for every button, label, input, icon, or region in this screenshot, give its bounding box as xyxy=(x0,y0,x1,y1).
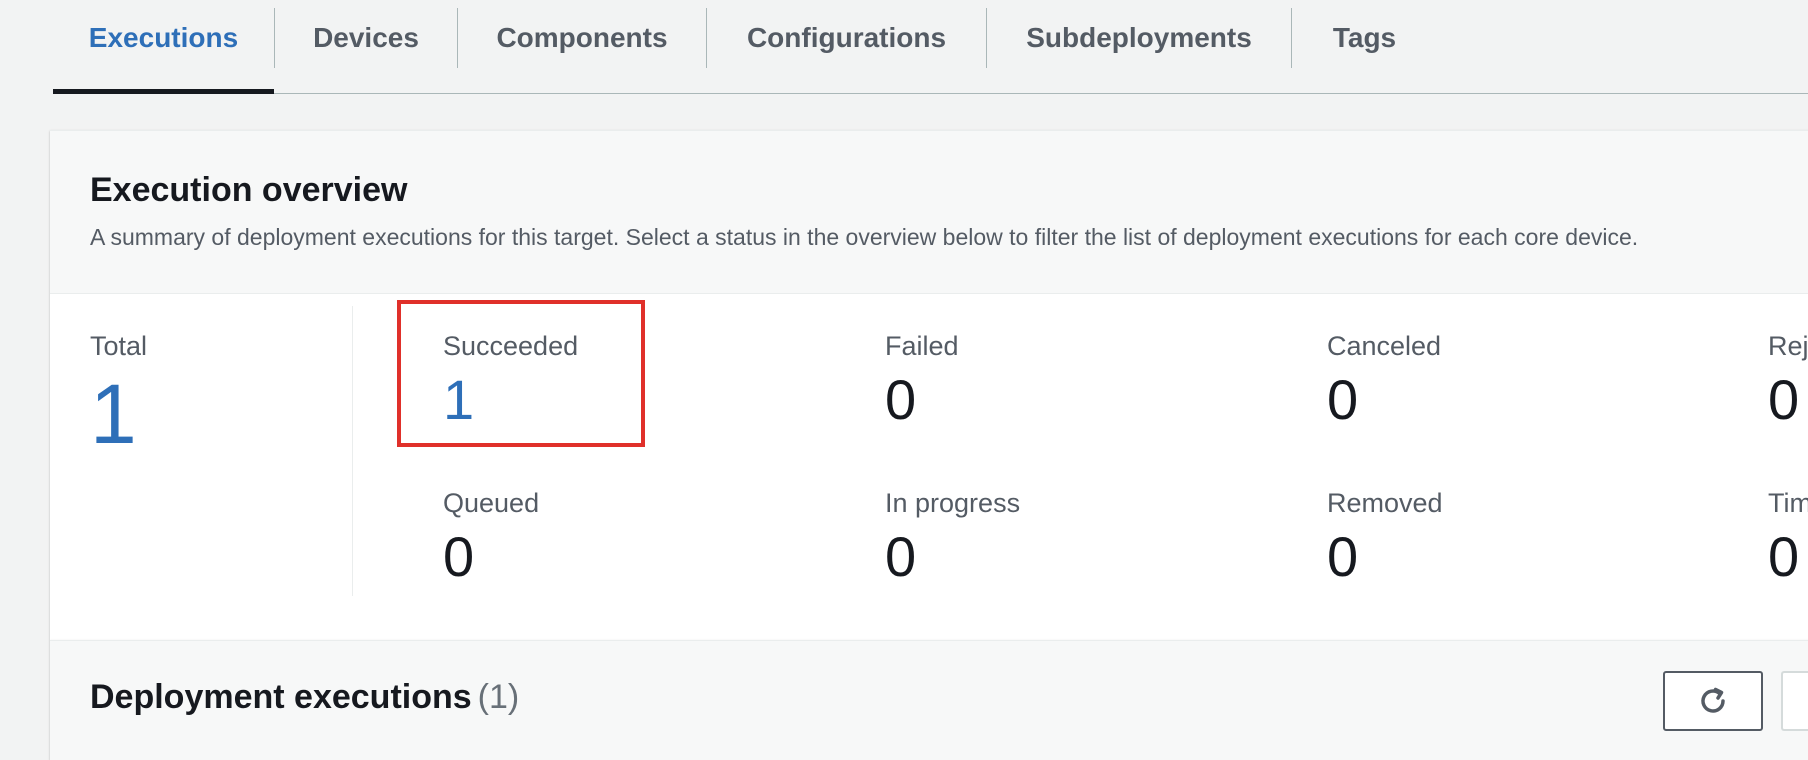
stat-failed: Failed 0 xyxy=(885,330,959,430)
refresh-icon xyxy=(1701,687,1725,713)
stat-total-label: Total xyxy=(90,331,148,361)
highlight-box xyxy=(397,300,645,447)
execution-overview-header: Execution overview A summary of deployme… xyxy=(50,131,1808,294)
stat-in-progress-value: 0 xyxy=(885,525,917,588)
deployment-executions-count: (1) xyxy=(477,678,520,716)
deployment-executions-title-text: Deployment executions xyxy=(90,678,472,716)
tab-executions[interactable]: Executions xyxy=(53,0,274,94)
stat-divider xyxy=(352,306,353,596)
stat-total-value[interactable]: 1 xyxy=(90,370,147,458)
tab-components[interactable]: Components xyxy=(458,0,706,94)
deployment-executions-title: Deployment executions (1) xyxy=(90,678,519,717)
tab-subdeployments[interactable]: Subdeployments xyxy=(987,0,1291,94)
stat-removed-label: Removed xyxy=(1327,488,1443,518)
execution-overview-description: A summary of deployment executions for t… xyxy=(90,224,1639,250)
stat-timed-out-label: Tim xyxy=(1768,488,1808,518)
tab-configurations[interactable]: Configurations xyxy=(707,0,986,94)
active-tab-indicator xyxy=(53,89,274,94)
deployment-executions-panel: Deployment executions (1) xyxy=(50,640,1808,760)
tab-devices[interactable]: Devices xyxy=(275,0,457,94)
stat-failed-value: 0 xyxy=(885,368,917,431)
tabs-underline xyxy=(53,93,1808,94)
execution-overview-title: Execution overview xyxy=(90,171,408,209)
tab-bar: Executions Devices Components Configurat… xyxy=(0,0,1808,94)
stat-rejected: Rej 0 xyxy=(1768,330,1808,430)
stat-total: Total 1 xyxy=(90,330,147,458)
stat-timed-out-value: 0 xyxy=(1768,525,1800,588)
stat-canceled: Canceled 0 xyxy=(1327,330,1441,430)
stat-queued-value: 0 xyxy=(443,525,475,588)
stat-rejected-value: 0 xyxy=(1768,368,1800,431)
tab-tags[interactable]: Tags xyxy=(1292,0,1437,94)
stat-queued: Queued 0 xyxy=(443,487,539,587)
stat-in-progress-label: In progress xyxy=(885,488,1021,518)
stat-timed-out: Tim 0 xyxy=(1768,487,1808,587)
stat-removed: Removed 0 xyxy=(1327,487,1443,587)
stat-in-progress: In progress 0 xyxy=(885,487,1020,587)
actions-button[interactable] xyxy=(1781,671,1808,731)
stat-failed-label: Failed xyxy=(885,331,959,361)
stat-rejected-label: Rej xyxy=(1768,331,1808,361)
stat-queued-label: Queued xyxy=(443,488,540,518)
refresh-button[interactable] xyxy=(1663,671,1763,731)
stat-canceled-label: Canceled xyxy=(1327,331,1442,361)
stat-canceled-value: 0 xyxy=(1327,368,1359,431)
stat-removed-value: 0 xyxy=(1327,525,1359,588)
